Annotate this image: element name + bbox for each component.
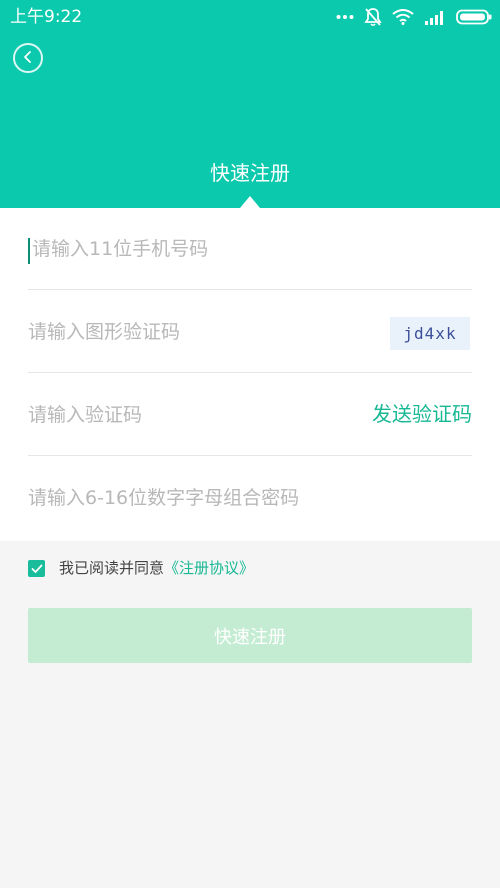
title-indicator (240, 196, 260, 208)
sms-code-placeholder: 请输入验证码 (28, 404, 143, 426)
sms-code-field[interactable]: 请输入验证码 发送验证码 (28, 374, 472, 456)
more-dots-icon (336, 14, 354, 20)
status-icons (336, 6, 492, 28)
back-button[interactable] (13, 43, 43, 73)
bell-muted-icon (364, 7, 382, 27)
wifi-icon (392, 9, 414, 25)
captcha-image[interactable]: jd4xk (390, 317, 470, 350)
image-captcha-placeholder: 请输入图形验证码 (28, 321, 181, 343)
phone-field[interactable]: 请输入11位手机号码 (28, 208, 472, 290)
agreement-text: 我已阅读并同意 (59, 559, 165, 577)
agreement-link[interactable]: 《注册协议》 (164, 558, 254, 578)
agreement-row: 我已阅读并同意 《注册协议》 (28, 557, 254, 579)
status-bar: 上午9:22 (0, 0, 500, 34)
agreement-checkbox[interactable] (28, 559, 45, 578)
password-placeholder: 请输入6-16位数字字母组合密码 (28, 487, 300, 509)
register-button[interactable]: 快速注册 (28, 608, 472, 663)
image-captcha-field[interactable]: 请输入图形验证码 jd4xk (28, 291, 472, 373)
check-icon (31, 559, 43, 578)
phone-placeholder: 请输入11位手机号码 (32, 238, 209, 260)
registration-form: 请输入11位手机号码 请输入图形验证码 jd4xk 请输入验证码 发送验证码 请… (0, 208, 500, 541)
status-time: 上午9:22 (10, 7, 83, 27)
header: 上午9:22 快速注册 (0, 0, 500, 208)
password-field[interactable]: 请输入6-16位数字字母组合密码 (28, 457, 472, 539)
chevron-left-icon (22, 49, 34, 68)
text-cursor (28, 238, 30, 264)
signal-icon (424, 9, 446, 25)
battery-icon (456, 9, 492, 25)
page-title: 快速注册 (210, 161, 290, 185)
send-code-button[interactable]: 发送验证码 (372, 401, 472, 427)
